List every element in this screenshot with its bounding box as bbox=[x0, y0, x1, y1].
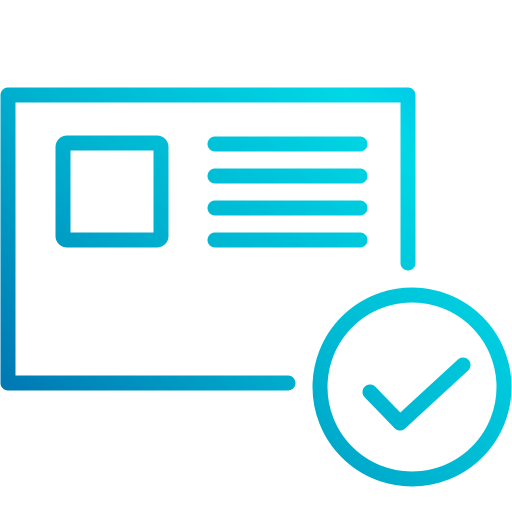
check-badge bbox=[312, 287, 512, 487]
check-circle bbox=[312, 287, 512, 487]
text-lines bbox=[207, 136, 368, 248]
approved-card-icon bbox=[0, 87, 512, 487]
photo-placeholder bbox=[55, 135, 169, 248]
icon-canvas bbox=[0, 0, 512, 512]
check-mark-icon bbox=[362, 357, 471, 431]
